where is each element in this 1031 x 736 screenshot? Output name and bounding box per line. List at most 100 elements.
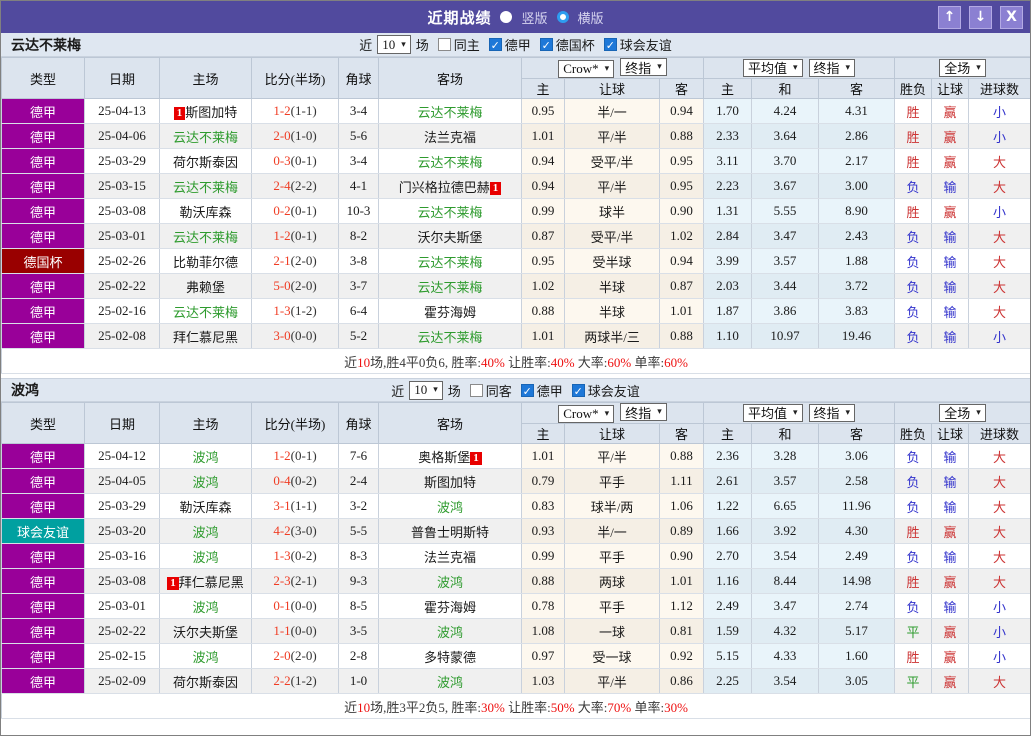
corner-score: 3-4 <box>338 148 379 174</box>
corner-score: 9-3 <box>338 568 379 594</box>
competition-checkbox-2[interactable]: ✓ <box>603 38 617 52</box>
away-team-name: 斯图加特 <box>423 474 476 490</box>
competition-checkbox-1[interactable]: ✓ <box>539 38 553 52</box>
table-body: 德甲 25-04-13 1 斯图加特 1-2(1-1) 3-4 云达不莱梅 0.95 半/一 0.… <box>1 98 1030 374</box>
avg-home-odds: 1.59 <box>703 618 753 644</box>
same-venue-checkbox[interactable] <box>437 38 451 51</box>
table-row: 德甲 25-02-09 荷尔斯泰因 2-2(1-2) 1-0 波鸿 1.03 平/半 0.86 2… <box>1 668 1030 694</box>
table-row: 德甲 25-02-16 云达不莱梅 1-3(1-2) 6-4 霍芬海姆 0.88 半球 1.01… <box>1 298 1030 324</box>
match-score: 0-1(0-0) <box>251 593 339 619</box>
away-team: 奥格斯堡 1 <box>378 443 522 469</box>
games-label: 场 <box>415 38 429 53</box>
vertical-layout-radio[interactable] <box>500 11 513 23</box>
home-team-name: 拜仁慕尼黑 <box>178 574 244 590</box>
scope-select[interactable]: 全场 ▾ <box>939 58 986 77</box>
avg-draw-odds: 3.47 <box>751 223 820 249</box>
avg-draw-odds: 4.32 <box>751 618 820 644</box>
competition-checkbox-0[interactable]: ✓ <box>520 383 534 398</box>
halftime-score: (0-2) <box>290 548 317 563</box>
table-header: 类型 日期 主场 比分(半场) 角球 客场 Crow* ▾ 终指 ▾ 平均值 ▾ 终指 ▾ 全场 ▾ 主让球客主… <box>1 57 1030 99</box>
handicap-line: 半球 <box>564 298 660 324</box>
sub-header-8: 进球数 <box>968 78 1030 99</box>
handicap-line: 平/半 <box>564 443 660 469</box>
fulltime-score: 1-2 <box>273 103 291 118</box>
move-down-button[interactable]: ↓ <box>969 5 992 29</box>
header-row-groups: 类型 日期 主场 比分(半场) 角球 客场 Crow* ▾ 终指 ▾ 平均值 ▾ 终指 ▾ 全场 ▾ <box>1 57 1030 99</box>
result-outcome: 负 <box>894 323 933 349</box>
result-outcome: 负 <box>894 493 933 519</box>
sub-header-5: 客 <box>818 78 896 99</box>
avg-away-odds: 3.05 <box>818 668 896 694</box>
result-handicap: 输 <box>931 443 970 469</box>
odds-stage-select[interactable]: 终指 ▾ <box>620 58 667 77</box>
result-group-header: 全场 ▾ <box>894 57 1030 79</box>
match-score: 1-2(0-1) <box>251 443 339 469</box>
match-score: 2-4(2-2) <box>251 173 339 199</box>
match-type: 德甲 <box>1 323 85 349</box>
handicap-line: 半/一 <box>564 98 660 124</box>
average-stage-select[interactable]: 终指 ▾ <box>808 58 856 77</box>
home-team-name: 波鸿 <box>192 549 219 565</box>
average-select[interactable]: 平均值 ▾ <box>742 58 803 77</box>
sub-header-4: 和 <box>751 78 820 99</box>
chevron-down-icon: ▾ <box>845 62 851 73</box>
average-stage-select-value: 终指 <box>813 406 840 422</box>
average-select[interactable]: 平均值 ▾ <box>742 403 803 422</box>
avg-draw-odds: 3.86 <box>751 298 820 324</box>
home-team: 云达不莱梅 <box>159 298 252 324</box>
horizontal-layout-radio[interactable] <box>556 11 569 23</box>
average-stage-select[interactable]: 终指 ▾ <box>808 403 856 422</box>
home-team: 沃尔夫斯堡 <box>159 618 252 644</box>
filter-bar: 云达不莱梅近 10 ▾ 场同主 ✓ 德甲 ✓ 德国杯 ✓ 球会友谊 <box>1 33 1030 57</box>
bookmaker-select[interactable]: Crow* ▾ <box>558 404 615 423</box>
away-team: 云达不莱梅 <box>378 148 522 174</box>
recent-count-select[interactable]: 10 ▾ <box>377 35 411 54</box>
summary-segment: 让胜率: <box>504 354 551 370</box>
fulltime-score: 3-1 <box>273 498 291 513</box>
away-team: 云达不莱梅 <box>378 273 522 299</box>
competition-checkbox-1[interactable]: ✓ <box>571 383 585 398</box>
column-header-2: 主场 <box>159 402 252 444</box>
result-handicap: 输 <box>931 273 970 299</box>
scope-select[interactable]: 全场 ▾ <box>939 403 986 422</box>
vertical-layout-label: 竖版 <box>521 10 548 26</box>
handicap-home-odds: 1.01 <box>521 123 565 149</box>
handicap-away-odds: 0.94 <box>658 248 705 274</box>
home-team-name: 云达不莱梅 <box>172 129 238 145</box>
column-header-4: 角球 <box>338 402 379 444</box>
recent-count-select-value: 10 <box>414 382 428 397</box>
recent-count-select[interactable]: 10 ▾ <box>409 380 443 400</box>
scope-select-value: 全场 <box>944 61 971 77</box>
handicap-home-odds: 0.99 <box>521 543 565 569</box>
result-outcome: 胜 <box>894 198 933 224</box>
fulltime-score: 4-2 <box>273 523 291 538</box>
halftime-score: (1-0) <box>290 128 317 143</box>
match-date: 25-04-12 <box>84 443 160 469</box>
competition-checkbox-0[interactable]: ✓ <box>488 38 502 52</box>
same-venue-checkbox[interactable] <box>469 383 483 397</box>
corner-score: 8-3 <box>338 543 379 569</box>
odds-stage-select[interactable]: 终指 ▾ <box>620 403 667 422</box>
result-outcome: 胜 <box>894 518 933 544</box>
match-score: 1-1(0-0) <box>251 618 339 644</box>
bookmaker-select[interactable]: Crow* ▾ <box>558 59 615 78</box>
table-row: 德甲 25-02-15 波鸿 2-0(2-0) 2-8 多特蒙德 0.97 受一球 0.92 5.… <box>1 643 1030 669</box>
sub-header-5: 客 <box>818 423 896 444</box>
halftime-score: (0-1) <box>290 153 317 168</box>
results-table: 类型 日期 主场 比分(半场) 角球 客场 Crow* ▾ 终指 ▾ 平均值 ▾ 终指 ▾ 全场 ▾ 主让球客主… <box>1 57 1030 374</box>
move-up-button[interactable]: ↑ <box>938 5 961 29</box>
home-team: 云达不莱梅 <box>159 173 252 199</box>
close-button[interactable]: X <box>1000 5 1023 29</box>
corner-score: 4-1 <box>338 173 379 199</box>
sub-header-6: 胜负 <box>894 423 933 444</box>
handicap-line: 两球半/三 <box>564 323 660 349</box>
avg-away-odds: 4.30 <box>818 518 896 544</box>
fulltime-score: 1-2 <box>273 448 291 463</box>
avg-away-odds: 3.83 <box>818 298 896 324</box>
result-goals: 大 <box>968 518 1030 544</box>
handicap-home-odds: 0.94 <box>521 173 565 199</box>
summary-segment: 70% <box>607 699 632 715</box>
away-team-name: 霍芬海姆 <box>423 304 476 320</box>
red-card-badge: 1 <box>173 106 186 120</box>
result-outcome: 平 <box>894 668 933 694</box>
